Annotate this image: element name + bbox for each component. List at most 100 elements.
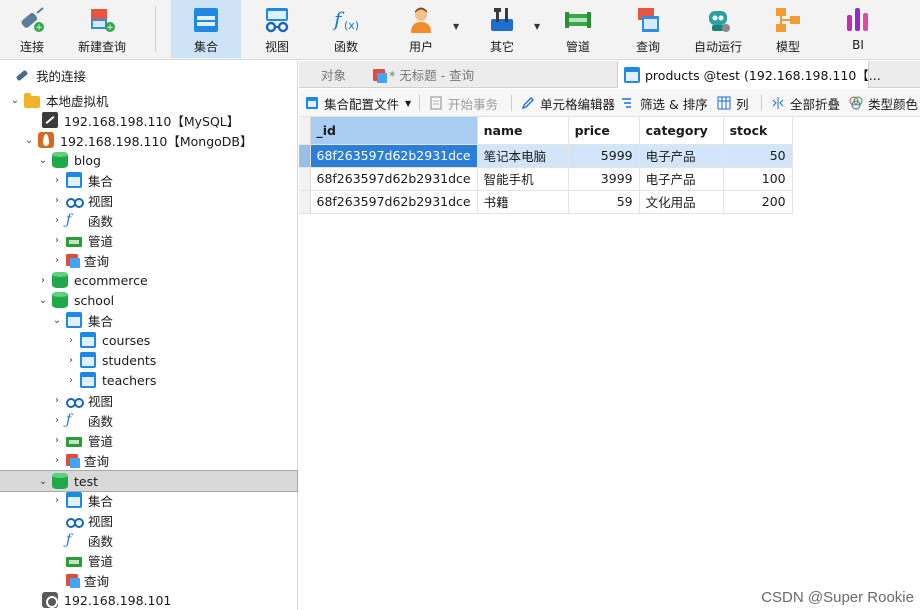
- chevron-right-icon[interactable]: ›: [66, 375, 76, 386]
- tree-test-collections[interactable]: › 集合: [0, 490, 297, 510]
- cell-editor-button[interactable]: 单元格编辑器: [521, 89, 615, 117]
- tree-blog-queries[interactable]: › 查询: [0, 250, 297, 270]
- cell-price[interactable]: 5999: [568, 144, 640, 168]
- table-row[interactable]: 68f263597d62b2931dce 智能手机 3999 电子产品 100: [299, 167, 793, 191]
- cell-stock[interactable]: 50: [723, 144, 793, 168]
- chevron-right-icon[interactable]: ›: [52, 215, 62, 226]
- type-color-button[interactable]: 类型颜色: [849, 89, 918, 117]
- tree-root-my-connections[interactable]: 我的连接: [0, 65, 297, 85]
- user-icon: [406, 5, 436, 35]
- cell-category[interactable]: 电子产品: [639, 144, 724, 168]
- tree-school-functions[interactable]: › ƒ 函数: [0, 410, 297, 430]
- cell-stock[interactable]: 100: [723, 167, 793, 191]
- cell-name[interactable]: 笔记本电脑: [477, 144, 569, 168]
- cell-name[interactable]: 书籍: [477, 190, 569, 214]
- tree-collection-teachers[interactable]: › teachers: [0, 370, 297, 390]
- chevron-down-icon[interactable]: ⌄: [10, 95, 20, 106]
- pipelines-button[interactable]: 管道: [552, 0, 604, 58]
- others-dropdown-icon[interactable]: ▼: [534, 22, 540, 31]
- tree-folder-local-vm[interactable]: ⌄ 本地虚拟机: [0, 90, 297, 110]
- bi-button[interactable]: BI: [832, 0, 884, 58]
- tree-connection-mongodb[interactable]: ⌄ 192.168.198.110【MongoDB】: [0, 130, 297, 150]
- chevron-right-icon[interactable]: ›: [66, 355, 76, 366]
- tree-db-school[interactable]: ⌄ school: [0, 290, 297, 310]
- chevron-right-icon[interactable]: ›: [52, 175, 62, 186]
- functions-button[interactable]: f (x) 函数: [320, 0, 372, 58]
- tree-db-ecommerce[interactable]: › ecommerce: [0, 270, 297, 290]
- collections-button[interactable]: 集合: [171, 0, 241, 58]
- column-header-category[interactable]: category: [639, 117, 724, 145]
- chevron-right-icon[interactable]: ›: [66, 335, 76, 346]
- tree-blog-views[interactable]: › 视图: [0, 190, 297, 210]
- tree-test-pipelines[interactable]: 管道: [0, 550, 297, 570]
- chevron-right-icon[interactable]: ›: [38, 275, 48, 286]
- cell-category[interactable]: 电子产品: [639, 167, 724, 191]
- chevron-right-icon[interactable]: ›: [52, 235, 62, 246]
- chevron-down-icon[interactable]: ⌄: [38, 476, 48, 487]
- cell-price[interactable]: 3999: [568, 167, 640, 191]
- tree-db-blog[interactable]: ⌄ blog: [0, 150, 297, 170]
- tree-blog-functions[interactable]: › ƒ 函数: [0, 210, 297, 230]
- chevron-right-icon[interactable]: ›: [52, 255, 62, 266]
- column-header-id[interactable]: _id: [310, 117, 478, 145]
- table-row[interactable]: 68f263597d62b2931dce 笔记本电脑 5999 电子产品 50: [299, 144, 793, 168]
- collapse-all-button[interactable]: 全部折叠: [771, 89, 840, 117]
- others-button[interactable]: 其它: [476, 0, 528, 58]
- tree-collection-courses[interactable]: › courses: [0, 330, 297, 350]
- tree-test-views[interactable]: 视图: [0, 510, 297, 530]
- tree-db-test[interactable]: ⌄ test: [0, 470, 298, 492]
- users-button[interactable]: 用户: [395, 0, 447, 58]
- cell-name[interactable]: 智能手机: [477, 167, 569, 191]
- tree-school-views[interactable]: › 视图: [0, 390, 297, 410]
- row-selector[interactable]: [299, 190, 311, 214]
- tree-connection-mysql[interactable]: 192.168.198.110【MySQL】: [0, 110, 297, 130]
- column-header-price[interactable]: price: [568, 117, 640, 145]
- chevron-right-icon[interactable]: ›: [52, 455, 62, 466]
- chevron-right-icon[interactable]: ›: [52, 495, 62, 506]
- users-dropdown-icon[interactable]: ▼: [453, 22, 459, 31]
- chevron-down-icon[interactable]: ⌄: [38, 295, 48, 306]
- tree-collection-students[interactable]: › students: [0, 350, 297, 370]
- row-selector[interactable]: [299, 144, 311, 168]
- connect-button[interactable]: + 连接: [6, 0, 58, 58]
- cell-stock[interactable]: 200: [723, 190, 793, 214]
- collection-profile-button[interactable]: 集合配置文件 ▼: [305, 89, 411, 117]
- new-query-button[interactable]: + 新建查询: [72, 0, 132, 58]
- chevron-right-icon[interactable]: ›: [52, 395, 62, 406]
- tree-test-queries[interactable]: 查询: [0, 570, 297, 590]
- cell-id[interactable]: 68f263597d62b2931dce: [310, 167, 478, 191]
- tab-objects[interactable]: 对象: [321, 61, 346, 88]
- columns-button[interactable]: 列: [717, 89, 749, 117]
- bi-label: BI: [852, 38, 864, 52]
- tree-connection-other[interactable]: 192.168.198.101: [0, 590, 297, 610]
- column-header-stock[interactable]: stock: [723, 117, 793, 145]
- cell-price[interactable]: 59: [568, 190, 640, 214]
- tree-school-collections[interactable]: ⌄ 集合: [0, 310, 297, 330]
- filter-sort-button[interactable]: 筛选 & 排序: [621, 89, 708, 117]
- tree-school-pipelines[interactable]: › 管道: [0, 430, 297, 450]
- chevron-right-icon[interactable]: ›: [52, 415, 62, 426]
- tree-blog-collections[interactable]: › 集合: [0, 170, 297, 190]
- chevron-down-icon[interactable]: ⌄: [24, 135, 34, 146]
- column-header-name[interactable]: name: [477, 117, 569, 145]
- models-button[interactable]: 模型: [762, 0, 814, 58]
- table-row[interactable]: 68f263597d62b2931dce 书籍 59 文化用品 200: [299, 190, 793, 214]
- tree-blog-pipelines[interactable]: › 管道: [0, 230, 297, 250]
- cell-category[interactable]: 文化用品: [639, 190, 724, 214]
- tab-untitled-query[interactable]: * 无标题 - 查询: [373, 61, 474, 88]
- queries-button[interactable]: 查询: [622, 0, 674, 58]
- chevron-down-icon[interactable]: ⌄: [38, 155, 48, 166]
- chevron-down-icon[interactable]: ⌄: [52, 315, 62, 326]
- tree-test-functions[interactable]: ƒ 函数: [0, 530, 297, 550]
- chevron-right-icon[interactable]: ›: [52, 195, 62, 206]
- row-selector[interactable]: [299, 167, 311, 191]
- tab-products[interactable]: products @test (192.168.198.110【...: [617, 61, 881, 88]
- data-grid: _id name price category stock 68f263597d…: [299, 117, 920, 610]
- automation-button[interactable]: 自动运行: [689, 0, 747, 58]
- chevron-right-icon[interactable]: ›: [52, 435, 62, 446]
- cell-id[interactable]: 68f263597d62b2931dce: [310, 190, 478, 214]
- views-button[interactable]: 视图: [251, 0, 303, 58]
- begin-transaction-button[interactable]: 开始事务: [429, 89, 498, 117]
- tree-school-queries[interactable]: › 查询: [0, 450, 297, 470]
- cell-id[interactable]: 68f263597d62b2931dce: [310, 144, 478, 168]
